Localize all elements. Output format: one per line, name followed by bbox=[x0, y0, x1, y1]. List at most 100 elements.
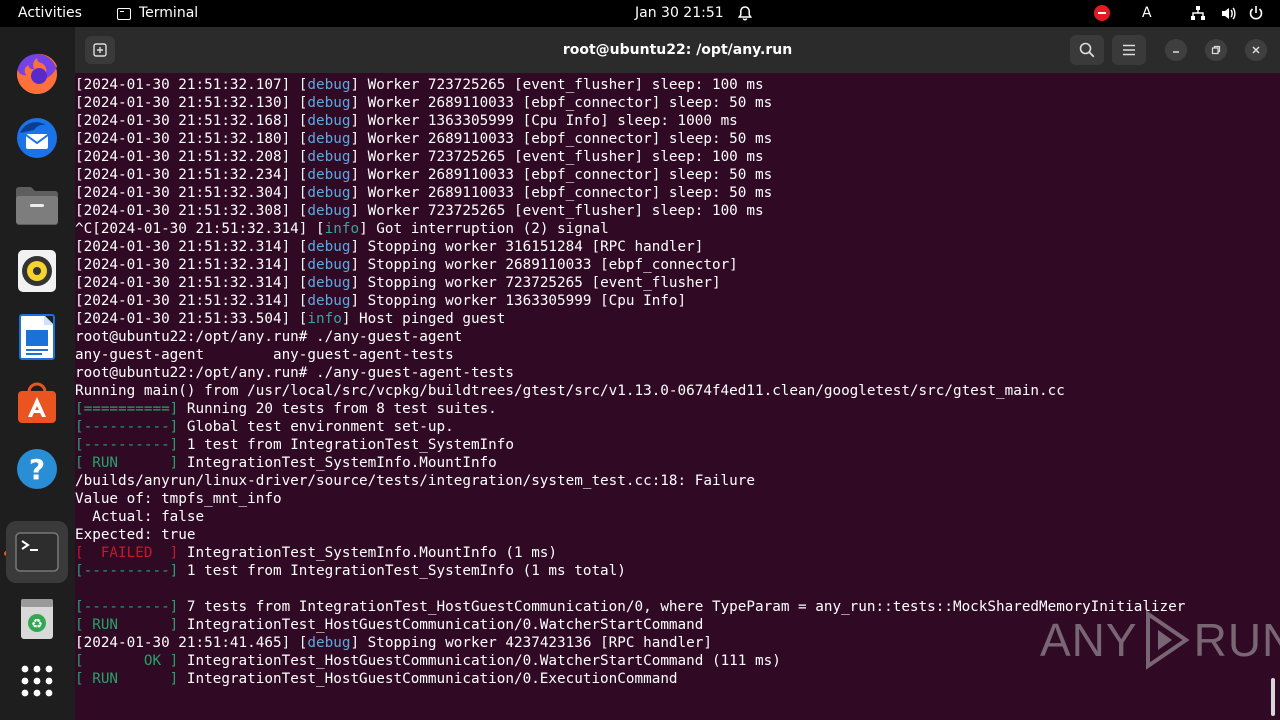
terminal-text: [2024-01-30 21:51:41.465] [ bbox=[75, 635, 308, 651]
maximize-button[interactable] bbox=[1205, 39, 1227, 61]
terminal-text: Global test environment set-up. bbox=[178, 419, 454, 435]
minimize-button[interactable] bbox=[1165, 39, 1187, 61]
hamburger-icon bbox=[1123, 44, 1135, 56]
terminal-text: ] Worker 723725265 [event_flusher] sleep… bbox=[350, 203, 764, 219]
close-icon bbox=[1252, 46, 1260, 54]
terminal-line: [2024-01-30 21:51:32.304] [debug] Worker… bbox=[75, 184, 1185, 202]
terminal-text: [2024-01-30 21:51:32.168] [ bbox=[75, 113, 308, 129]
terminal-text: ] Worker 2689110033 [ebpf_connector] sle… bbox=[350, 185, 773, 201]
terminal-text: ] Stopping worker 316151284 [RPC handler… bbox=[350, 239, 704, 255]
close-button[interactable] bbox=[1245, 39, 1267, 61]
terminal-text: ] Worker 2689110033 [ebpf_connector] sle… bbox=[350, 167, 773, 183]
terminal-text: ] Stopping worker 2689110033 [ebpf_conne… bbox=[350, 257, 738, 273]
terminal-text: debug bbox=[307, 113, 351, 129]
scrollbar[interactable] bbox=[1271, 678, 1275, 716]
terminal-lines: [2024-01-30 21:51:32.107] [debug] Worker… bbox=[75, 76, 1185, 688]
terminal-text: IntegrationTest_HostGuestCommunication/0… bbox=[178, 671, 678, 687]
libreoffice-writer-icon[interactable] bbox=[10, 310, 64, 364]
terminal-text: Value of: tmpfs_mnt_info bbox=[75, 491, 282, 507]
terminal-text: [2024-01-30 21:51:32.314] [ bbox=[75, 257, 308, 273]
svg-text:♻: ♻ bbox=[31, 617, 43, 632]
terminal-text: [2024-01-30 21:51:32.107] [ bbox=[75, 77, 308, 93]
terminal-text: [----------] bbox=[75, 437, 179, 453]
terminal-line: [2024-01-30 21:51:32.130] [debug] Worker… bbox=[75, 94, 1185, 112]
search-button[interactable] bbox=[1070, 35, 1104, 65]
terminal-line: [2024-01-30 21:51:41.465] [debug] Stoppi… bbox=[75, 634, 1185, 652]
terminal-text: [2024-01-30 21:51:32.208] [ bbox=[75, 149, 308, 165]
terminal-line: Actual: false bbox=[75, 508, 1185, 526]
terminal-line: [ OK ] IntegrationTest_HostGuestCommunic… bbox=[75, 652, 1185, 670]
terminal-text: [2024-01-30 21:51:32.130] [ bbox=[75, 95, 308, 111]
bell-icon[interactable] bbox=[737, 0, 753, 27]
terminal-text: debug bbox=[307, 635, 351, 651]
terminal-text: [2024-01-30 21:51:32.314] [ bbox=[75, 275, 308, 291]
terminal-text: ^C[2024-01-30 21:51:32.314] [ bbox=[75, 221, 325, 237]
terminal-text: ] Stopping worker 1363305999 [Cpu Info] bbox=[350, 293, 687, 309]
terminal-text: info bbox=[324, 221, 360, 237]
restore-icon bbox=[1211, 45, 1221, 55]
power-icon[interactable] bbox=[1248, 0, 1264, 27]
terminal-text: debug bbox=[307, 95, 351, 111]
terminal-line: [ RUN ] IntegrationTest_SystemInfo.Mount… bbox=[75, 454, 1185, 472]
terminal-text: [==========] bbox=[75, 401, 179, 417]
show-apps-icon[interactable] bbox=[10, 654, 64, 708]
terminal-line: ^C[2024-01-30 21:51:32.314] [info] Got i… bbox=[75, 220, 1185, 238]
terminal-line: [2024-01-30 21:51:32.180] [debug] Worker… bbox=[75, 130, 1185, 148]
help-icon[interactable]: ? bbox=[10, 442, 64, 496]
app-center-icon[interactable] bbox=[10, 376, 64, 430]
terminal-small-icon bbox=[117, 7, 131, 20]
terminal-line: Running main() from /usr/local/src/vcpkg… bbox=[75, 382, 1185, 400]
terminal-text: [----------] bbox=[75, 563, 179, 579]
terminal-line: [2024-01-30 21:51:32.168] [debug] Worker… bbox=[75, 112, 1185, 130]
terminal-line: [2024-01-30 21:51:32.308] [debug] Worker… bbox=[75, 202, 1185, 220]
input-source-indicator[interactable]: A bbox=[1142, 0, 1152, 27]
terminal-text: ] Worker 1363305999 [Cpu Info] sleep: 10… bbox=[350, 113, 738, 129]
menu-button[interactable] bbox=[1112, 35, 1146, 65]
new-tab-button[interactable] bbox=[85, 36, 115, 64]
terminal-line: root@ubuntu22:/opt/any.run# ./any-guest-… bbox=[75, 328, 1185, 346]
terminal-text: any-guest-agent any-guest-agent-tests bbox=[75, 347, 454, 363]
terminal-line: [2024-01-30 21:51:32.314] [debug] Stoppi… bbox=[75, 274, 1185, 292]
terminal-icon[interactable] bbox=[6, 521, 68, 583]
terminal-text: [----------] bbox=[75, 599, 179, 615]
terminal-line: [2024-01-30 21:51:32.314] [debug] Stoppi… bbox=[75, 292, 1185, 310]
terminal-text: ] Host pinged guest bbox=[341, 311, 506, 327]
minimize-icon bbox=[1173, 51, 1179, 53]
terminal-text: debug bbox=[307, 149, 351, 165]
activities-button[interactable]: Activities bbox=[18, 0, 82, 27]
terminal-text: 1 test from IntegrationTest_SystemInfo (… bbox=[178, 563, 626, 579]
terminal-text: debug bbox=[307, 77, 351, 93]
terminal-text: ] Worker 2689110033 [ebpf_connector] sle… bbox=[350, 131, 773, 147]
trash-icon[interactable]: ♻ bbox=[10, 591, 64, 645]
terminal-line: /builds/anyrun/linux-driver/source/tests… bbox=[75, 472, 1185, 490]
terminal-line: [2024-01-30 21:51:32.107] [debug] Worker… bbox=[75, 76, 1185, 94]
app-menu[interactable]: Terminal bbox=[117, 0, 198, 27]
app-menu-label: Terminal bbox=[139, 5, 199, 21]
terminal-line: any-guest-agent any-guest-agent-tests bbox=[75, 346, 1185, 364]
volume-icon[interactable] bbox=[1220, 0, 1236, 27]
terminal-text: debug bbox=[307, 203, 351, 219]
terminal-text: [2024-01-30 21:51:33.504] [ bbox=[75, 311, 308, 327]
do-not-disturb-icon[interactable] bbox=[1094, 5, 1110, 21]
rhythmbox-icon[interactable] bbox=[10, 244, 64, 298]
terminal-text: [ OK ] bbox=[75, 653, 179, 669]
terminal-text: [ RUN ] bbox=[75, 617, 179, 633]
terminal-text: Expected: true bbox=[75, 527, 196, 543]
terminal-line: [----------] Global test environment set… bbox=[75, 418, 1185, 436]
clock[interactable]: Jan 30 21:51 bbox=[635, 0, 724, 27]
terminal-text: root@ubuntu22:/opt/any.run# ./any-guest-… bbox=[75, 365, 514, 381]
firefox-icon[interactable] bbox=[10, 47, 64, 101]
terminal-text: debug bbox=[307, 185, 351, 201]
terminal-text: IntegrationTest_HostGuestCommunication/0… bbox=[178, 617, 704, 633]
terminal-line: [2024-01-30 21:51:32.234] [debug] Worker… bbox=[75, 166, 1185, 184]
terminal-text: debug bbox=[307, 167, 351, 183]
thunderbird-icon[interactable] bbox=[10, 111, 64, 165]
terminal-line: [==========] Running 20 tests from 8 tes… bbox=[75, 400, 1185, 418]
files-icon[interactable] bbox=[10, 178, 64, 232]
terminal-text: ] Got interruption (2) signal bbox=[359, 221, 609, 237]
terminal-text: 1 test from IntegrationTest_SystemInfo bbox=[178, 437, 514, 453]
network-icon[interactable] bbox=[1190, 0, 1206, 27]
terminal-text: Running main() from /usr/local/src/vcpkg… bbox=[75, 383, 1065, 399]
terminal-line: [ FAILED ] IntegrationTest_SystemInfo.Mo… bbox=[75, 544, 1185, 562]
